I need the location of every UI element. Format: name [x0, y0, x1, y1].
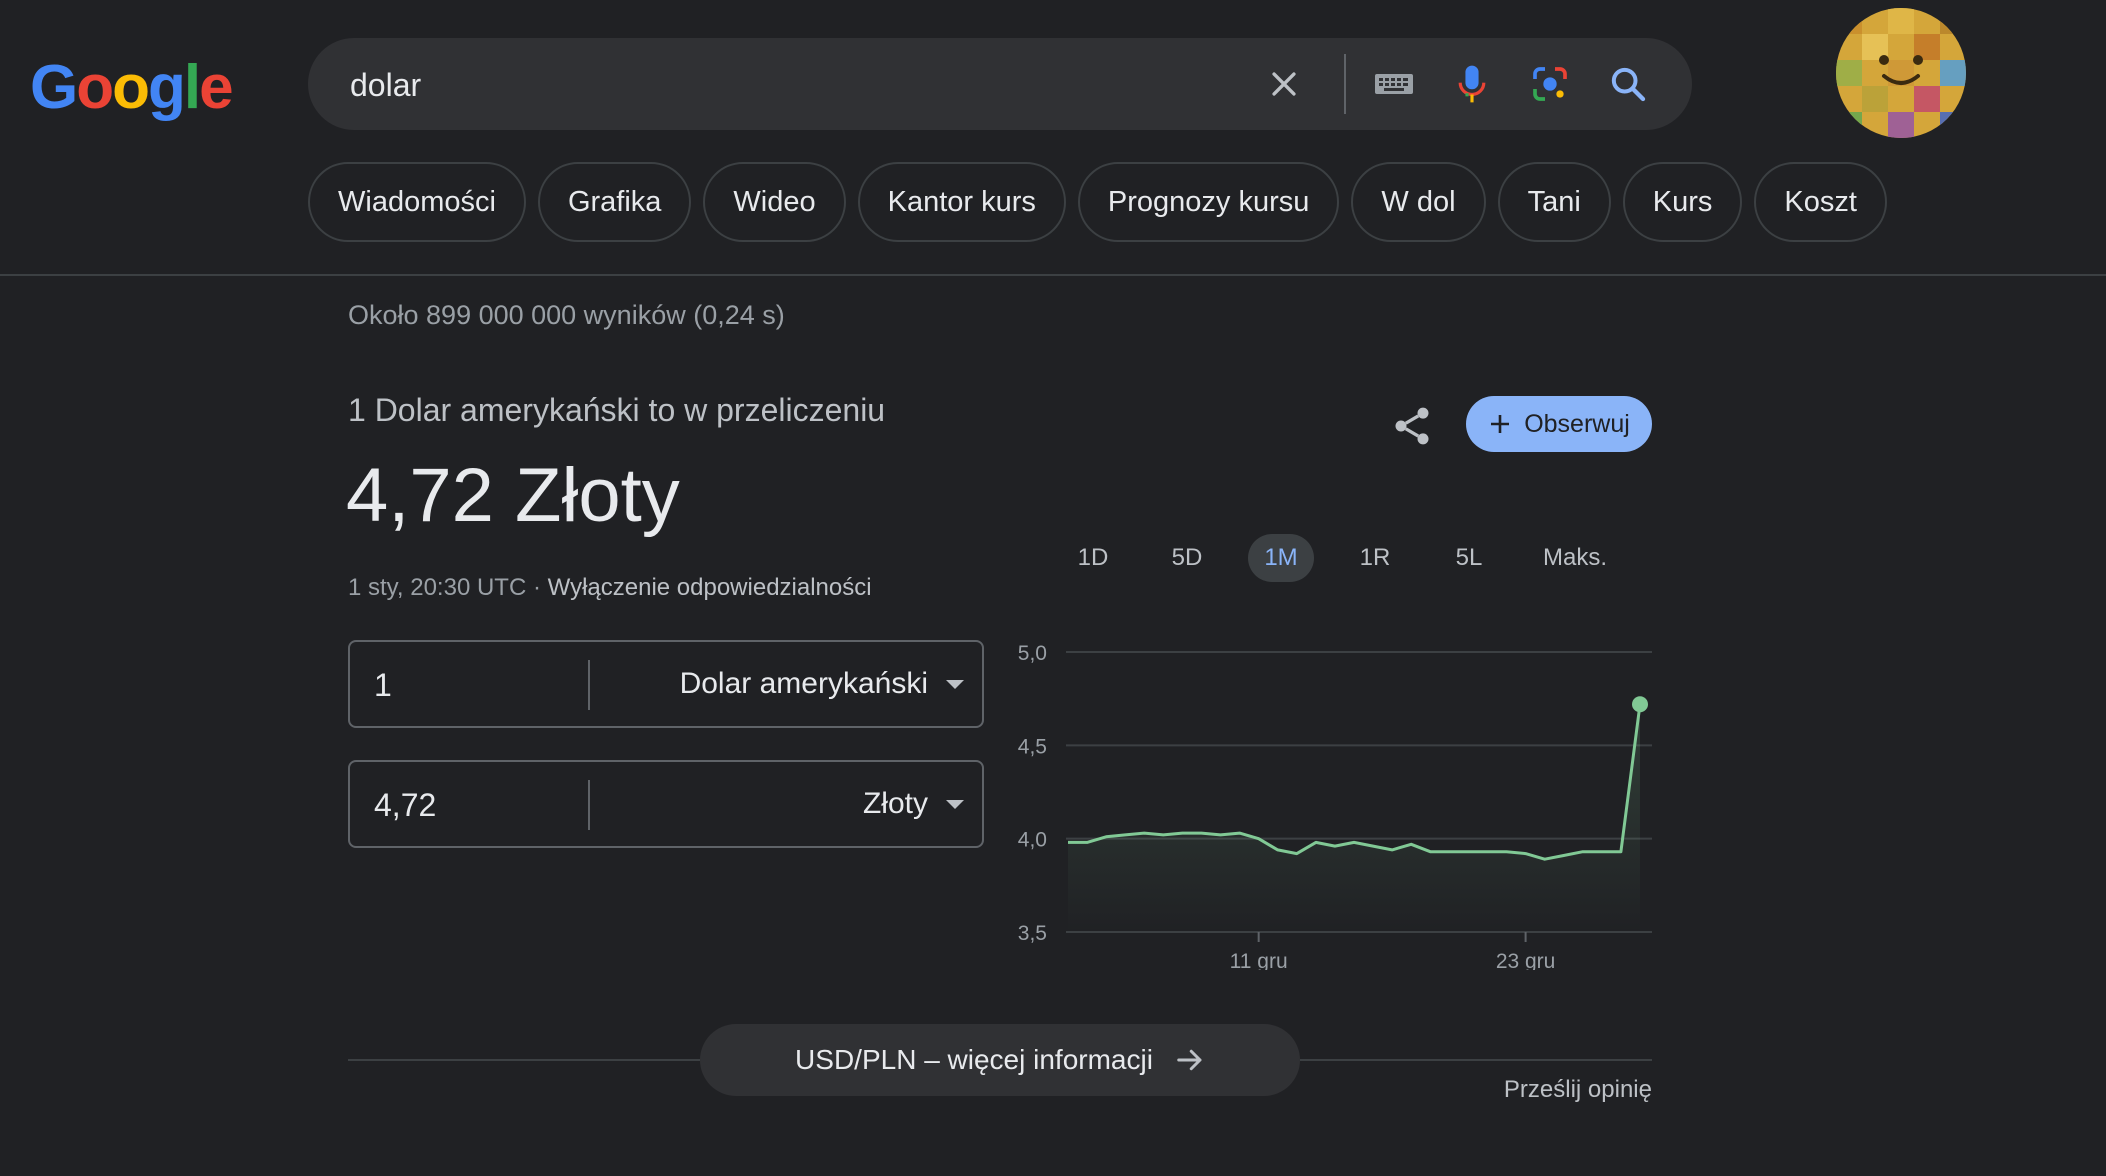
- logo-letter: g: [147, 53, 186, 122]
- lens-search-button[interactable]: [1520, 54, 1580, 114]
- logo-letter: G: [30, 53, 78, 122]
- chart-range-tabs: 1D 5D 1M 1R 5L Maks.: [1060, 534, 1620, 582]
- chart-y-tick-label: 4,5: [1018, 735, 1047, 758]
- more-info-label: USD/PLN – więcej informacji: [795, 1044, 1153, 1075]
- account-avatar[interactable]: [1836, 8, 1966, 138]
- range-tab-max[interactable]: Maks.: [1530, 534, 1620, 582]
- voice-search-button[interactable]: [1442, 54, 1502, 114]
- more-info-button[interactable]: USD/PLN – więcej informacji: [700, 1024, 1300, 1096]
- range-tab-1d[interactable]: 1D: [1060, 534, 1126, 582]
- range-tab-5d[interactable]: 5D: [1154, 534, 1220, 582]
- google-search-page: Google dolar Wiadomości Grafika Wideo Ka…: [0, 0, 2106, 1176]
- microphone-icon: [1458, 65, 1486, 103]
- camera-lens-icon: [1533, 67, 1567, 101]
- chip-prognozy-kursu[interactable]: Prognozy kursu: [1077, 162, 1340, 242]
- to-currency-select[interactable]: Złoty: [863, 762, 964, 846]
- from-currency-select[interactable]: Dolar amerykański: [680, 642, 964, 726]
- chart-x-tick-label: 11 gru: [1230, 950, 1288, 970]
- from-amount-input[interactable]: [372, 658, 576, 712]
- to-amount-input[interactable]: [372, 778, 576, 832]
- to-currency-label: Złoty: [862, 787, 928, 820]
- from-currency-row: Dolar amerykański: [348, 640, 984, 728]
- logo-letter: o: [76, 53, 114, 122]
- disclaimer-link[interactable]: Wyłączenie odpowiedzialności: [548, 574, 872, 601]
- arrow-right-icon: [1177, 1049, 1202, 1071]
- plus-icon: [1491, 415, 1510, 433]
- chart-y-tick-label: 5,0: [1018, 642, 1047, 665]
- range-tab-5l[interactable]: 5L: [1436, 534, 1502, 582]
- send-feedback-link[interactable]: Prześlij opinię: [1504, 1076, 1652, 1104]
- chart-x-tick-label: 23 gru: [1496, 950, 1556, 970]
- clear-search-button[interactable]: [1254, 54, 1314, 114]
- search-box: [308, 38, 1692, 130]
- disco-ball-avatar-icon: [1836, 8, 1966, 138]
- range-tab-1m[interactable]: 1M: [1248, 534, 1314, 582]
- follow-label: Obserwuj: [1524, 409, 1630, 438]
- keyboard-icon: [1375, 74, 1413, 94]
- search-icon: [1611, 67, 1646, 102]
- chart-last-point: [1632, 696, 1648, 713]
- timestamp-text: 1 sty, 20:30 UTC ·: [348, 574, 548, 601]
- header-divider: [0, 274, 2106, 276]
- chevron-down-icon: [946, 679, 964, 689]
- chip-w-dol[interactable]: W dol: [1351, 162, 1486, 242]
- chart-y-tick-label: 3,5: [1018, 922, 1047, 945]
- converter-subtitle: 1 Dolar amerykański to w przeliczeniu: [348, 392, 886, 428]
- share-button[interactable]: [1384, 398, 1440, 454]
- search-button[interactable]: [1598, 54, 1658, 114]
- chip-wideo[interactable]: Wideo: [703, 162, 846, 242]
- follow-button[interactable]: Obserwuj: [1466, 396, 1652, 452]
- google-doodle-logo[interactable]: Google: [30, 48, 234, 128]
- chip-grafika[interactable]: Grafika: [537, 162, 692, 242]
- search-divider: [1344, 54, 1346, 114]
- logo-letter: l: [183, 53, 201, 122]
- chevron-down-icon: [946, 799, 964, 809]
- close-icon: [1272, 72, 1296, 96]
- result-stats: Około 899 000 000 wyników (0,24 s): [348, 300, 785, 330]
- chip-koszt[interactable]: Koszt: [1754, 162, 1887, 242]
- share-icon: [1395, 407, 1429, 445]
- range-tab-1r[interactable]: 1R: [1342, 534, 1408, 582]
- search-filter-chips: Wiadomości Grafika Wideo Kantor kurs Pro…: [308, 162, 1887, 242]
- row-divider: [588, 780, 590, 830]
- converter-main-value: 4,72 Złoty: [346, 453, 680, 538]
- chart-y-tick-label: 4,0: [1018, 829, 1047, 852]
- keyboard-button[interactable]: [1364, 54, 1424, 114]
- logo-letter: e: [199, 53, 234, 122]
- converter-timestamp: 1 sty, 20:30 UTC · Wyłączenie odpowiedzi…: [348, 574, 872, 602]
- chip-wiadomosci[interactable]: Wiadomości: [308, 162, 526, 242]
- row-divider: [588, 660, 590, 710]
- from-currency-label: Dolar amerykański: [679, 667, 928, 700]
- chip-tani[interactable]: Tani: [1497, 162, 1611, 242]
- chip-kurs[interactable]: Kurs: [1622, 162, 1743, 242]
- logo-letter: o: [112, 53, 150, 122]
- chip-kantor-kurs[interactable]: Kantor kurs: [857, 162, 1066, 242]
- to-currency-row: Złoty: [348, 760, 984, 848]
- chart-area: [1068, 704, 1640, 932]
- more-divider-left: [348, 1059, 700, 1061]
- more-divider-right: [1300, 1059, 1652, 1061]
- exchange-rate-chart[interactable]: 5,0 4,5 4,0 3,5 11 gru 23 gru: [1000, 630, 1660, 970]
